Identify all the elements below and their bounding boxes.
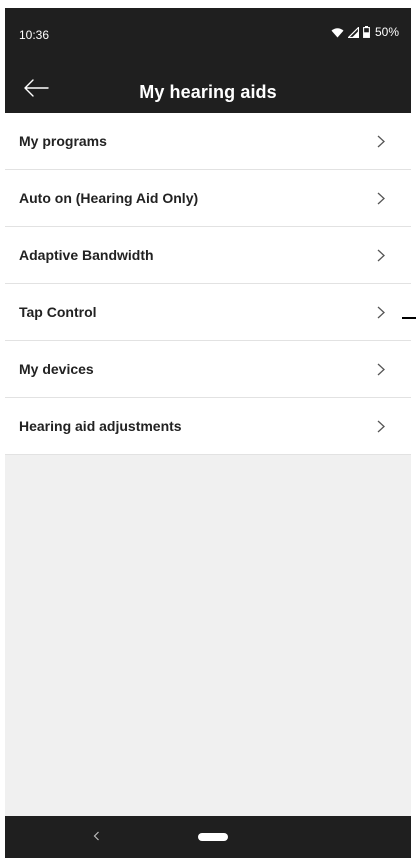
menu-item-label: My programs [19,133,107,149]
menu-item-label: My devices [19,361,94,377]
chevron-right-icon [374,305,388,319]
page-title: My hearing aids [139,82,277,102]
status-icons: 50% [331,25,399,39]
wifi-icon [331,27,344,38]
menu-item-auto-on[interactable]: Auto on (Hearing Aid Only) [5,170,411,227]
menu-item-hearing-aid-adjustments[interactable]: Hearing aid adjustments [5,398,411,455]
menu-item-label: Auto on (Hearing Aid Only) [19,190,199,206]
status-time: 10:36 [19,28,50,42]
menu-item-tap-control[interactable]: Tap Control [5,284,411,341]
annotation-line [402,317,416,319]
phone-screen: 10:36 50% My hearing aids My programs Au… [5,8,411,858]
navigation-bar [5,816,411,858]
battery-icon [363,26,370,38]
signal-icon [347,26,359,38]
home-pill-icon[interactable] [198,833,228,841]
chevron-right-icon [374,419,388,433]
chevron-right-icon [374,191,388,205]
status-bar: 10:36 50% [5,8,411,60]
menu-item-my-devices[interactable]: My devices [5,341,411,398]
chevron-right-icon [374,248,388,262]
menu-item-label: Hearing aid adjustments [19,418,182,434]
chevron-right-icon [374,362,388,376]
menu-item-label: Adaptive Bandwidth [19,247,154,263]
menu-item-adaptive-bandwidth[interactable]: Adaptive Bandwidth [5,227,411,284]
chevron-right-icon [374,134,388,148]
menu-item-label: Tap Control [19,304,97,320]
screen: 10:36 50% My hearing aids My programs Au… [0,0,416,858]
menu-item-my-programs[interactable]: My programs [5,113,411,170]
nav-back-button[interactable] [87,828,105,846]
menu-list: My programs Auto on (Hearing Aid Only) A… [5,113,411,816]
app-bar: My hearing aids [5,60,411,113]
battery-percentage: 50% [374,25,399,39]
chevron-left-icon [93,828,100,846]
